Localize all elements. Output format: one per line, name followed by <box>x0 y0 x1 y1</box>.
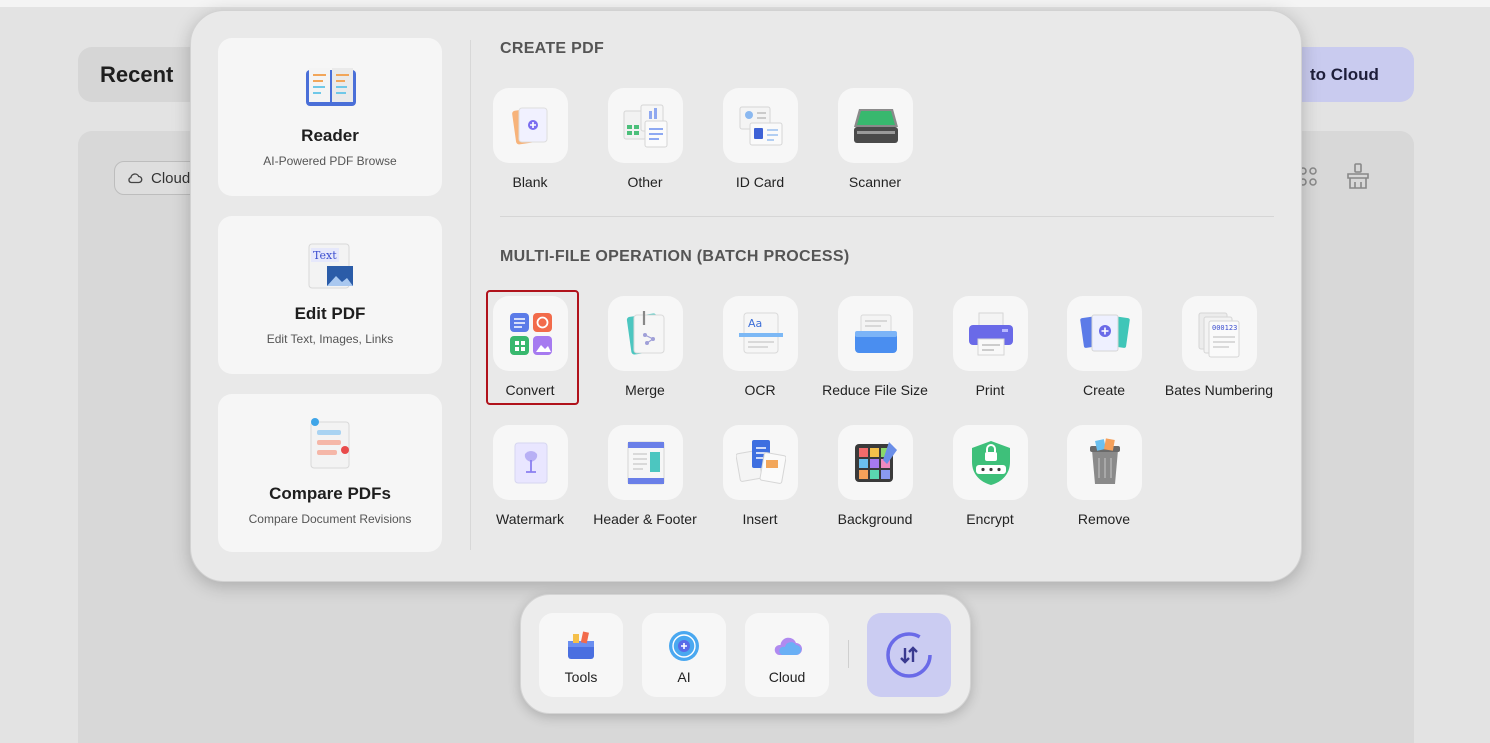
create-icon <box>1080 314 1130 352</box>
id-card-icon <box>739 106 783 146</box>
merge-icon <box>626 311 665 355</box>
tool-tile[interactable]: Aa <box>723 296 798 371</box>
tool-tile[interactable] <box>1067 425 1142 500</box>
ocr-icon: Aa <box>739 312 783 354</box>
cloud-filter-label: Cloud <box>151 170 191 187</box>
bates-numbering-icon: 000123 <box>1198 312 1240 358</box>
dock-item-ai[interactable]: AI <box>642 613 726 697</box>
convert-highlight <box>486 290 579 405</box>
tool-tile[interactable] <box>608 88 683 163</box>
tool-label: Remove <box>1077 511 1131 527</box>
scanner-icon <box>854 109 898 143</box>
reader-card[interactable]: Reader AI-Powered PDF Browse <box>218 38 442 196</box>
edit-text-icon: Text <box>308 243 353 289</box>
tool-tile[interactable]: 000123 <box>1182 296 1257 371</box>
tool-tile[interactable] <box>723 88 798 163</box>
ai-icon <box>669 631 699 661</box>
switch-icon <box>886 632 932 678</box>
cloud-icon <box>774 637 802 655</box>
card-title: Edit PDF <box>294 304 366 323</box>
insert-icon <box>736 440 786 484</box>
blank-icon <box>512 107 548 145</box>
card-title: Compare PDFs <box>269 484 391 503</box>
dock-item-tools[interactable]: Tools <box>539 613 623 697</box>
tool-label: Other <box>627 174 663 190</box>
dock-label: Tools <box>564 669 598 685</box>
svg-text:000123: 000123 <box>1212 324 1237 332</box>
cloud-outline-icon <box>128 173 143 184</box>
compare-pdfs-card[interactable]: Compare PDFs Compare Document Revisions <box>218 394 442 552</box>
tool-tile[interactable] <box>838 425 913 500</box>
tool-label: Scanner <box>848 174 902 190</box>
printer-icon <box>969 312 1013 356</box>
batch-title: MULTI-FILE OPERATION (BATCH PROCESS) <box>500 248 850 265</box>
tool-label: Reduce File Size <box>822 382 928 398</box>
card-subtitle: Edit Text, Images, Links <box>266 332 394 346</box>
dock-switch-button[interactable] <box>867 613 951 697</box>
tool-tile[interactable] <box>493 425 568 500</box>
dock-separator <box>848 640 849 668</box>
tool-label: Merge <box>625 382 665 398</box>
section-divider <box>500 216 1274 217</box>
tool-label: Background <box>837 511 913 527</box>
dock-label: Cloud <box>768 669 806 685</box>
top-strip <box>0 0 1490 7</box>
tool-label: Watermark <box>496 511 564 527</box>
tool-label: Create <box>1082 382 1126 398</box>
tool-tile[interactable] <box>723 425 798 500</box>
book-icon <box>306 68 356 106</box>
tool-tile[interactable] <box>838 88 913 163</box>
edit-pdf-card[interactable]: Text Edit PDF Edit Text, Images, Links <box>218 216 442 374</box>
tool-tile[interactable] <box>608 425 683 500</box>
header-footer-icon <box>627 441 665 485</box>
clean-icon[interactable] <box>1344 162 1372 190</box>
card-subtitle: Compare Document Revisions <box>248 512 412 526</box>
dock-label: AI <box>677 669 691 685</box>
reduce-size-icon <box>855 314 897 353</box>
create-pdf-title: CREATE PDF <box>500 40 605 57</box>
tool-tile[interactable] <box>608 296 683 371</box>
tool-tile[interactable] <box>953 425 1028 500</box>
tool-label: Blank <box>512 174 548 190</box>
svg-text:Aa: Aa <box>748 317 762 330</box>
compare-icon <box>310 418 350 469</box>
tool-tile[interactable] <box>1067 296 1142 371</box>
dock-item-cloud[interactable]: Cloud <box>745 613 829 697</box>
toolbox-icon <box>568 631 594 659</box>
page-title: Recent <box>100 62 174 87</box>
tool-label: OCR <box>744 382 776 398</box>
trash-icon <box>1090 438 1120 484</box>
card-subtitle: AI-Powered PDF Browse <box>263 154 397 168</box>
tool-label: Insert <box>742 511 778 527</box>
upload-to-cloud-label: to Cloud <box>1310 65 1379 84</box>
panel-divider <box>470 40 471 550</box>
tool-tile[interactable] <box>493 88 568 163</box>
background-icon <box>855 442 897 482</box>
tool-label: Bates Numbering <box>1164 382 1274 398</box>
tool-tile[interactable] <box>953 296 1028 371</box>
other-files-icon <box>623 104 668 148</box>
watermark-icon <box>514 442 548 484</box>
tool-label: ID Card <box>735 174 785 190</box>
card-title: Reader <box>301 126 359 145</box>
shield-lock-icon <box>972 441 1010 485</box>
svg-text:Text: Text <box>313 249 337 262</box>
tool-label: Header & Footer <box>593 511 697 527</box>
tool-tile[interactable] <box>838 296 913 371</box>
